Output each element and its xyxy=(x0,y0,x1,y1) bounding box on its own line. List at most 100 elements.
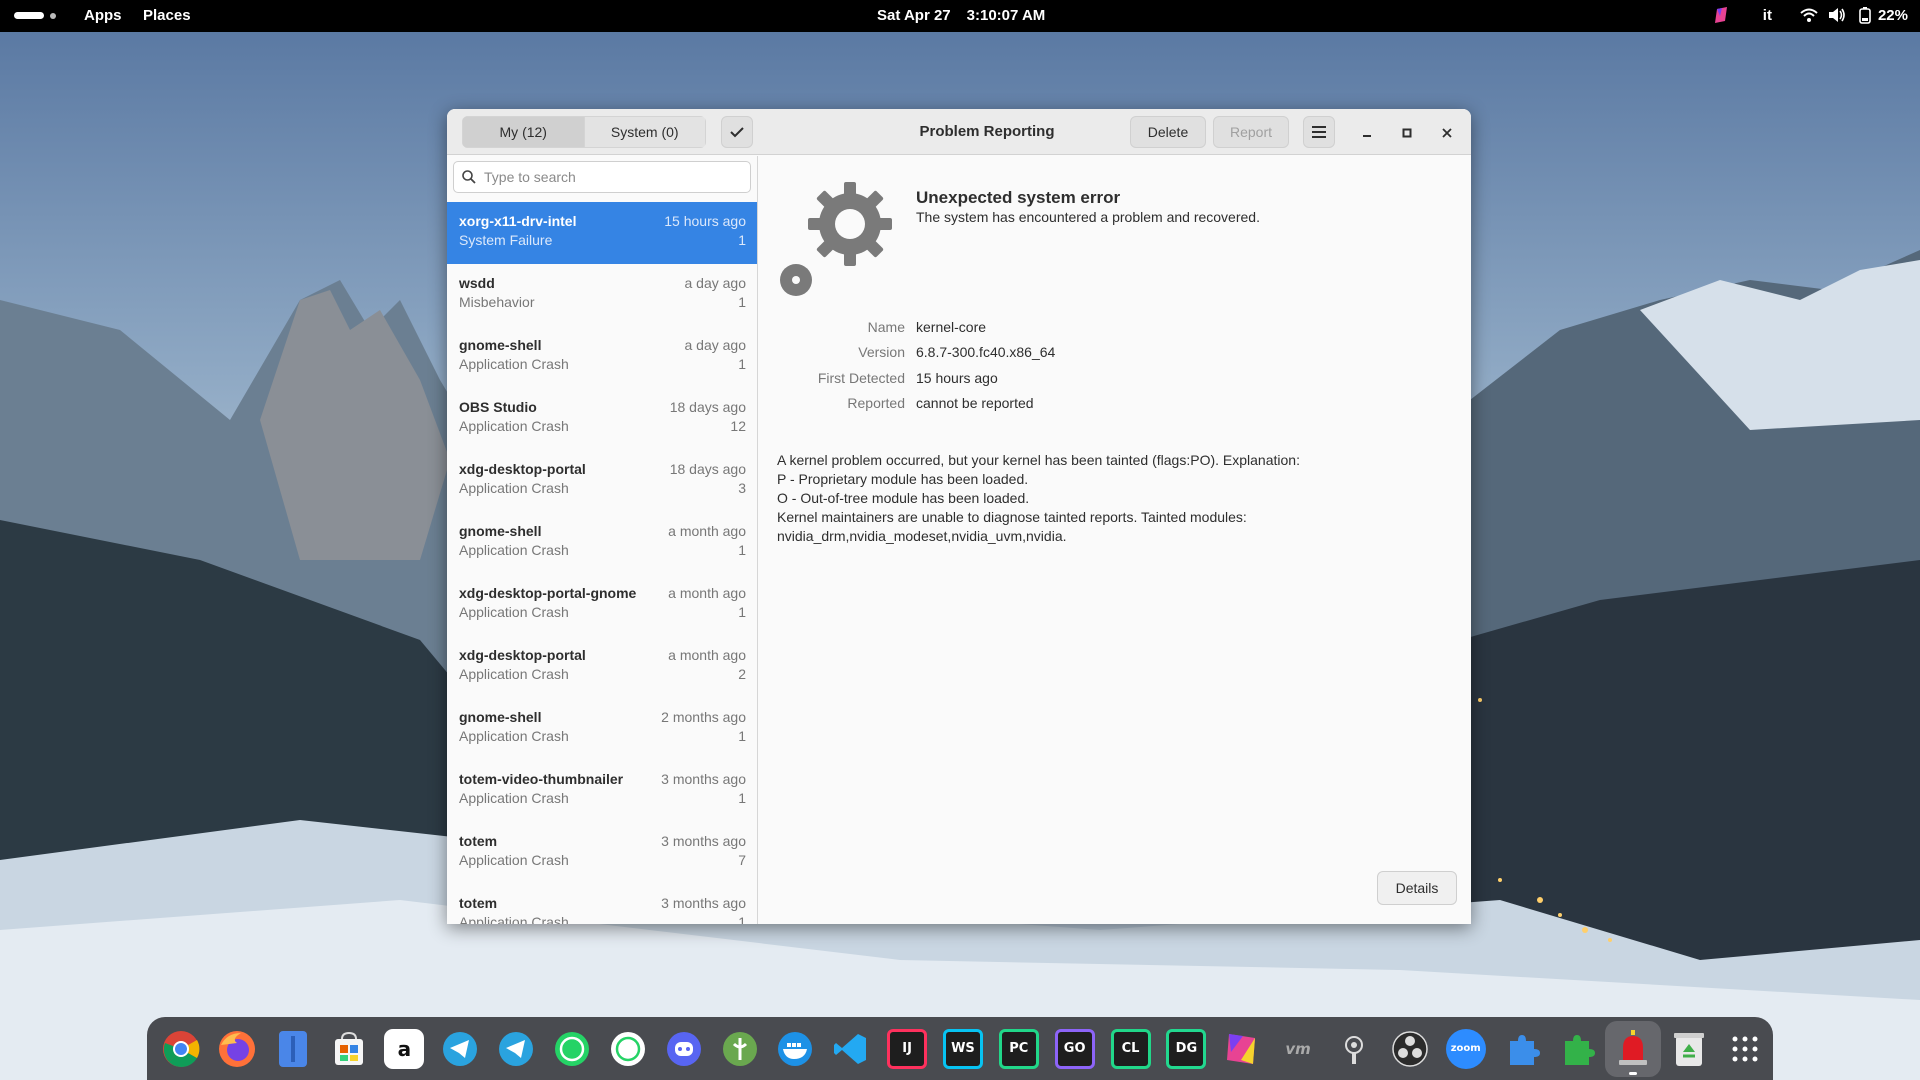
dock-chrome[interactable] xyxy=(153,1021,209,1077)
problem-reporting-icon xyxy=(1613,1029,1653,1069)
dock-docker[interactable] xyxy=(767,1021,823,1077)
clock-date: Sat Apr 27 xyxy=(877,7,951,24)
problem-list-item[interactable]: totem-video-thumbnailer Application Crash… xyxy=(447,760,757,822)
dock-show-apps[interactable] xyxy=(1717,1021,1773,1077)
field-reported: Reported cannot be reported xyxy=(759,395,1259,417)
dock-obs[interactable] xyxy=(1382,1021,1438,1077)
dock-vmware[interactable]: vm xyxy=(1270,1021,1326,1077)
docker-icon xyxy=(775,1029,815,1069)
problem-count: 12 xyxy=(730,418,746,434)
system-error-gear-icon xyxy=(777,182,892,299)
battery-icon xyxy=(1856,6,1874,24)
keyboard-layout-indicator[interactable]: it xyxy=(1763,7,1772,24)
intellij-icon: IJ xyxy=(887,1028,928,1069)
close-button[interactable] xyxy=(1435,121,1459,145)
explanation-line: O - Out-of-tree module has been loaded. xyxy=(777,490,1030,506)
problem-type: Application Crash xyxy=(459,542,569,558)
field-label: Version xyxy=(858,344,905,360)
dock-datagrip[interactable]: DG xyxy=(1158,1021,1214,1077)
problem-name: wsdd xyxy=(459,275,495,291)
problem-list-item[interactable]: gnome-shell Application Crash a month ago 1 xyxy=(447,512,757,574)
dock-discord[interactable] xyxy=(656,1021,712,1077)
problem-list-item[interactable]: OBS Studio Application Crash 18 days ago 12 xyxy=(447,388,757,450)
dock-extension-manager[interactable] xyxy=(1549,1021,1605,1077)
dock-whatsapp-2[interactable] xyxy=(600,1021,656,1077)
dock-jetbrains-toolbox[interactable] xyxy=(1214,1021,1270,1077)
problem-reporting-window: My (12) System (0) Problem Reporting Del… xyxy=(447,109,1471,924)
problem-list-item[interactable]: xorg-x11-drv-intel System Failure 15 hours… xyxy=(447,202,757,264)
search-icon xyxy=(462,170,476,184)
whatsapp-2-icon xyxy=(608,1029,648,1069)
problem-name: gnome-shell xyxy=(459,337,542,353)
app-indicator-icon[interactable] xyxy=(1713,6,1731,24)
dock-telegram-2[interactable] xyxy=(488,1021,544,1077)
dock-anytype[interactable]: a xyxy=(376,1021,432,1077)
dock-firefox[interactable] xyxy=(209,1021,265,1077)
dock-clion[interactable]: CL xyxy=(1103,1021,1159,1077)
dock-zoom[interactable]: zoom xyxy=(1438,1021,1494,1077)
search-box[interactable] xyxy=(453,161,751,193)
dock-onlyoffice[interactable] xyxy=(712,1021,768,1077)
activities-button[interactable] xyxy=(14,12,56,20)
dock-whatsapp[interactable] xyxy=(544,1021,600,1077)
dock-recycle[interactable] xyxy=(1661,1021,1717,1077)
selection-mode-button[interactable] xyxy=(721,116,753,148)
problem-list-item[interactable]: xdg-desktop-portal Application Crash 18 da… xyxy=(447,450,757,512)
details-button[interactable]: Details xyxy=(1377,871,1457,905)
main-menu-button[interactable] xyxy=(1303,116,1335,148)
dock-extensions[interactable] xyxy=(1494,1021,1550,1077)
minimize-icon xyxy=(1363,135,1371,137)
extensions-icon xyxy=(1502,1029,1542,1069)
minimize-button[interactable] xyxy=(1355,121,1379,145)
delete-button[interactable]: Delete xyxy=(1130,116,1206,148)
problem-type: Application Crash xyxy=(459,852,569,868)
dock-webstorm[interactable]: WS xyxy=(935,1021,991,1077)
dock-podcast[interactable] xyxy=(1326,1021,1382,1077)
search-input[interactable] xyxy=(484,166,744,188)
problem-time: a day ago xyxy=(684,337,747,353)
dock-telegram[interactable] xyxy=(432,1021,488,1077)
problem-list-item[interactable]: gnome-shell Application Crash a day ago 1 xyxy=(447,326,757,388)
tab-system-problems[interactable]: System (0) xyxy=(584,116,706,148)
clock[interactable]: Sat Apr 27 3:10:07 AM xyxy=(877,7,1045,24)
recycle-icon xyxy=(1669,1029,1709,1069)
problem-name: totem-video-thumbnailer xyxy=(459,771,624,787)
volume-icon xyxy=(1828,6,1846,24)
zoom-icon: zoom xyxy=(1445,1028,1486,1069)
problem-type: Misbehavior xyxy=(459,294,535,310)
dock-goland[interactable]: GO xyxy=(1047,1021,1103,1077)
problem-type: Application Crash xyxy=(459,728,569,744)
webstorm-icon: WS xyxy=(942,1028,983,1069)
dock-software-store[interactable] xyxy=(321,1021,377,1077)
tab-my-problems[interactable]: My (12) xyxy=(462,116,585,148)
explanation-line: Kernel maintainers are unable to diagnos… xyxy=(777,509,1247,525)
problem-name: totem xyxy=(459,895,498,911)
problem-count: 1 xyxy=(738,604,746,620)
problem-list-item[interactable]: gnome-shell Application Crash 2 months ago… xyxy=(447,698,757,760)
maximize-button[interactable] xyxy=(1395,121,1419,145)
places-menu[interactable]: Places xyxy=(143,7,191,24)
whatsapp-icon xyxy=(552,1029,592,1069)
report-button[interactable]: Report xyxy=(1213,116,1289,148)
show-apps-icon xyxy=(1725,1029,1765,1069)
dock-intellij[interactable]: IJ xyxy=(879,1021,935,1077)
problem-explanation[interactable]: A kernel problem occurred, but your kern… xyxy=(777,451,1417,546)
problem-list-item[interactable]: totem Application Crash 3 months ago 7 xyxy=(447,822,757,884)
problem-list-item[interactable]: totem Application Crash 3 months ago 1 xyxy=(447,884,757,924)
files-icon xyxy=(273,1029,313,1069)
jetbrains-toolbox-icon xyxy=(1222,1029,1262,1069)
problem-list-item[interactable]: xdg-desktop-portal-gnome Application Cras… xyxy=(447,574,757,636)
chrome-icon xyxy=(161,1029,201,1069)
dock-vscode[interactable] xyxy=(823,1021,879,1077)
problem-count: 1 xyxy=(738,914,746,924)
problem-list-item[interactable]: wsdd Misbehavior a day ago 1 xyxy=(447,264,757,326)
problem-list-item[interactable]: xdg-desktop-portal Application Crash a mon… xyxy=(447,636,757,698)
problem-time: 3 months ago xyxy=(661,771,746,787)
podcast-icon xyxy=(1334,1029,1374,1069)
dock-files[interactable] xyxy=(265,1021,321,1077)
apps-menu[interactable]: Apps xyxy=(84,7,122,24)
dock-problem-reporting[interactable] xyxy=(1605,1020,1662,1077)
discord-icon xyxy=(664,1029,704,1069)
dock-pycharm[interactable]: PC xyxy=(991,1021,1047,1077)
system-tray[interactable]: it 22% xyxy=(1713,6,1908,24)
